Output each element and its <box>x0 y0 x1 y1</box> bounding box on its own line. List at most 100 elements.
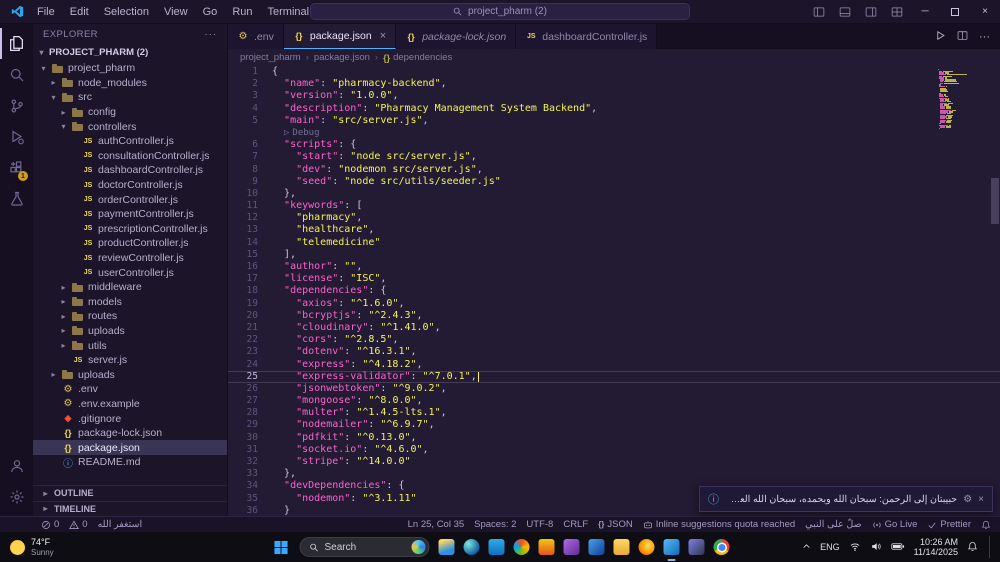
project-section-header[interactable]: ▾ PROJECT_PHARM (2) <box>33 44 227 61</box>
taskbar-app-microsoft-store[interactable] <box>488 539 505 555</box>
editor-more-actions-icon[interactable]: ··· <box>979 31 990 43</box>
tree-file-userController.js[interactable]: JS userController.js <box>33 265 227 280</box>
status-prettier[interactable]: Prettier <box>922 517 976 532</box>
notification-settings-icon[interactable]: ⚙ <box>963 494 972 505</box>
tree-file-package-lock.json[interactable]: {} package-lock.json <box>33 426 227 441</box>
taskbar-app-file-explorer[interactable] <box>438 539 455 555</box>
code-editor[interactable]: 1 {2 "name": "pharmacy-backend", 3 "versio… <box>228 66 1000 516</box>
tree-file-reviewController.js[interactable]: JS reviewController.js <box>33 251 227 266</box>
status-problems-warnings[interactable]: 0 <box>64 517 92 532</box>
activity-search-icon[interactable] <box>0 59 33 90</box>
status-problems-errors[interactable]: 0 <box>36 517 64 532</box>
tree-file-.env[interactable]: ⚙ .env <box>33 382 227 397</box>
notification-center-icon[interactable] <box>967 541 978 554</box>
activity-settings-icon[interactable] <box>0 481 33 512</box>
tree-file-paymentController.js[interactable]: JS paymentController.js <box>33 207 227 222</box>
debug-codelens[interactable]: ▷ Debug <box>272 127 320 139</box>
menu-file[interactable]: File <box>30 4 62 20</box>
tree-file-server.js[interactable]: JS server.js <box>33 353 227 368</box>
taskbar-app-chrome[interactable] <box>713 539 730 555</box>
tree-folder-config[interactable]: ▸ config <box>33 105 227 120</box>
status-notifications-bell[interactable] <box>976 517 996 532</box>
show-desktop-button[interactable] <box>989 536 992 558</box>
tree-file-doctorController.js[interactable]: JS doctorController.js <box>33 178 227 193</box>
taskbar-app-teams[interactable] <box>688 539 705 555</box>
taskbar-app-visual-studio[interactable] <box>563 539 580 555</box>
taskbar-clock[interactable]: 10:26 AM 11/14/2025 <box>914 537 958 558</box>
tree-folder-node_modules[interactable]: ▸ node_modules <box>33 76 227 91</box>
taskbar-app-folder[interactable] <box>613 539 630 555</box>
editor-scrollbar[interactable] <box>991 178 999 224</box>
breadcrumb-item-dependencies[interactable]: {} dependencies <box>383 52 452 63</box>
tray-chevron-up-icon[interactable] <box>802 542 811 553</box>
status-encoding[interactable]: UTF-8 <box>521 517 558 532</box>
tree-file-consultationController.js[interactable]: JS consultationController.js <box>33 149 227 164</box>
tab-.env[interactable]: ⚙ .env <box>228 24 284 49</box>
tree-file-orderController.js[interactable]: JS orderController.js <box>33 192 227 207</box>
status-salat-reminder[interactable]: صلّ على النبي <box>800 517 866 532</box>
customize-layout-icon[interactable] <box>884 0 910 23</box>
tree-folder-routes[interactable]: ▸ routes <box>33 309 227 324</box>
start-button[interactable] <box>271 537 291 557</box>
tree-folder-uploads[interactable]: ▸ uploads <box>33 324 227 339</box>
minimap[interactable] <box>938 69 988 130</box>
menu-edit[interactable]: Edit <box>63 4 96 20</box>
taskbar-app-photos[interactable] <box>513 539 530 555</box>
activity-source-control-icon[interactable] <box>0 90 33 121</box>
breadcrumb-item-project_pharm[interactable]: project_pharm <box>240 52 301 63</box>
volume-icon[interactable] <box>870 541 882 554</box>
wifi-icon[interactable] <box>849 541 861 554</box>
weather-widget[interactable]: 74°F Sunny <box>0 537 64 557</box>
taskbar-app-word[interactable] <box>588 539 605 555</box>
activity-testing-icon[interactable] <box>0 183 33 214</box>
tree-folder-project_pharm[interactable]: ▾ project_pharm <box>33 61 227 76</box>
taskbar-app-vscode[interactable] <box>663 539 680 555</box>
breadcrumb-item-package.json[interactable]: package.json <box>314 52 370 63</box>
run-file-button[interactable] <box>935 30 946 44</box>
status-inline-suggestions[interactable]: Inline suggestions quota reached <box>638 517 800 532</box>
outline-section[interactable]: ▸ OUTLINE <box>33 485 227 501</box>
tab-package-lock.json[interactable]: {} package-lock.json <box>396 24 517 49</box>
tab-dashboardController.js[interactable]: JS dashboardController.js <box>516 24 658 49</box>
split-editor-icon[interactable] <box>957 30 968 44</box>
status-eol[interactable]: CRLF <box>558 517 593 532</box>
menu-selection[interactable]: Selection <box>97 4 156 20</box>
tree-file-authController.js[interactable]: JS authController.js <box>33 134 227 149</box>
taskbar-app-edge[interactable] <box>463 539 480 555</box>
explorer-more-actions-icon[interactable]: ··· <box>205 29 218 40</box>
tree-file-prescriptionController.js[interactable]: JS prescriptionController.js <box>33 222 227 237</box>
tab-package.json[interactable]: {} package.json × <box>283 24 397 49</box>
battery-icon[interactable] <box>890 541 905 554</box>
activity-extensions-icon[interactable]: 1 <box>0 152 33 183</box>
tree-file-package.json[interactable]: {} package.json <box>33 440 227 456</box>
taskbar-app-firefox[interactable] <box>638 539 655 555</box>
taskbar-app-power-bi[interactable] <box>538 539 555 555</box>
close-button[interactable]: × <box>970 0 1000 23</box>
tree-folder-utils[interactable]: ▸ utils <box>33 338 227 353</box>
tree-file-dashboardController.js[interactable]: JS dashboardController.js <box>33 163 227 178</box>
tree-file-README.md[interactable]: ⓘ README.md <box>33 455 227 470</box>
command-center-search[interactable]: project_pharm (2) <box>310 3 690 20</box>
status-istighfar-reminder[interactable]: استغفر الله <box>93 517 148 532</box>
menu-run[interactable]: Run <box>225 4 259 20</box>
toggle-sidebar-icon[interactable] <box>806 0 832 23</box>
tree-folder-src[interactable]: ▾ src <box>33 90 227 105</box>
tab-close-icon[interactable]: × <box>380 30 386 42</box>
taskbar-search[interactable]: Search <box>299 537 430 557</box>
tree-folder-middleware[interactable]: ▸ middleware <box>33 280 227 295</box>
activity-accounts-icon[interactable] <box>0 450 33 481</box>
toggle-panel-icon[interactable] <box>832 0 858 23</box>
tree-file-.gitignore[interactable]: ◆ .gitignore <box>33 411 227 426</box>
timeline-section[interactable]: ▸ TIMELINE <box>33 500 227 517</box>
toggle-secondary-sidebar-icon[interactable] <box>858 0 884 23</box>
status-go-live[interactable]: Go Live <box>867 517 923 532</box>
status-language-mode[interactable]: {} JSON <box>593 517 638 532</box>
notification-close-icon[interactable]: × <box>978 494 984 505</box>
input-language[interactable]: ENG <box>820 542 840 552</box>
tree-folder-models[interactable]: ▸ models <box>33 295 227 310</box>
tree-file-.env.example[interactable]: ⚙ .env.example <box>33 397 227 412</box>
menu-go[interactable]: Go <box>196 4 225 20</box>
minimize-button[interactable]: ─ <box>910 0 940 23</box>
tree-folder-controllers[interactable]: ▾ controllers <box>33 119 227 134</box>
tree-folder-uploads[interactable]: ▸ uploads <box>33 367 227 382</box>
